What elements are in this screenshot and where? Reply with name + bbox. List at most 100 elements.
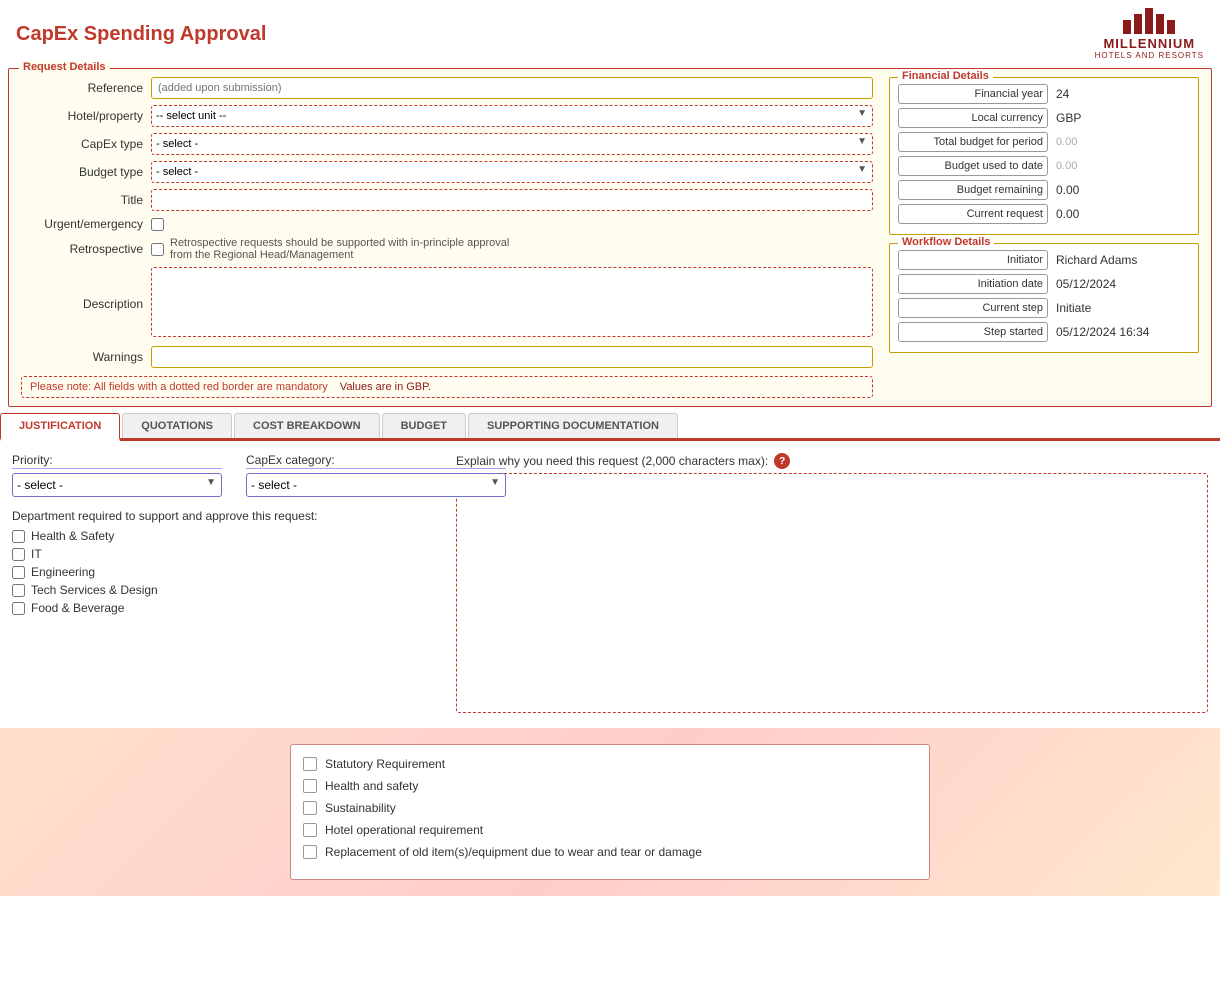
logo: MILLENNIUM HOTELS AND RESORTS — [1095, 8, 1204, 60]
justification-left: Priority: - select - CapEx category: - s… — [12, 453, 432, 716]
request-details-section: Request Details Reference Hotel/property… — [8, 68, 1212, 407]
dept-it-checkbox[interactable] — [12, 548, 25, 561]
description-row: Description — [21, 267, 873, 340]
justification-right: Explain why you need this request (2,000… — [456, 453, 1208, 716]
explain-label: Explain why you need this request (2,000… — [456, 453, 1208, 469]
retrospective-checkbox[interactable] — [151, 243, 164, 256]
priority-select-wrapper: - select - — [12, 473, 222, 497]
dept-engineering-checkbox[interactable] — [12, 566, 25, 579]
dept-it-label: IT — [31, 547, 42, 561]
financial-year-value: 24 — [1056, 87, 1069, 101]
hotel-operational-checkbox[interactable] — [303, 823, 317, 837]
bottom-item-health-safety: Health and safety — [303, 779, 917, 793]
tab-budget[interactable]: BUDGET — [382, 413, 466, 438]
notice-bar: Please note: All fields with a dotted re… — [21, 376, 873, 398]
title-label: Title — [21, 193, 151, 207]
dept-food-beverage-label: Food & Beverage — [31, 601, 124, 615]
step-started-row: Step started 05/12/2024 16:34 — [898, 322, 1190, 342]
urgent-row: Urgent/emergency — [21, 217, 873, 231]
health-safety-label: Health and safety — [325, 779, 418, 793]
workflow-details-legend: Workflow Details — [898, 236, 994, 248]
dept-tech-services: Tech Services & Design — [12, 583, 432, 597]
logo-icon — [1123, 8, 1175, 34]
initiation-date-value: 05/12/2024 — [1056, 277, 1116, 291]
title-input[interactable] — [151, 189, 873, 211]
total-budget-row: Total budget for period 0.00 — [898, 132, 1190, 152]
notice-gbp-text: Values are in GBP. — [340, 381, 431, 393]
capex-type-label: CapEx type — [21, 137, 151, 151]
budget-used-btn[interactable]: Budget used to date — [898, 156, 1048, 176]
request-details-legend: Request Details — [19, 61, 110, 73]
dept-tech-services-checkbox[interactable] — [12, 584, 25, 597]
capex-category-select[interactable]: - select - — [246, 473, 506, 497]
retrospective-label: Retrospective — [21, 242, 151, 256]
priority-select[interactable]: - select - — [12, 473, 222, 497]
step-started-btn[interactable]: Step started — [898, 322, 1048, 342]
help-icon[interactable]: ? — [774, 453, 790, 469]
reference-input[interactable] — [151, 77, 873, 99]
description-label: Description — [21, 297, 151, 311]
total-budget-btn[interactable]: Total budget for period — [898, 132, 1048, 152]
reference-row: Reference — [21, 77, 873, 99]
description-textarea[interactable] — [151, 267, 873, 337]
replacement-label: Replacement of old item(s)/equipment due… — [325, 845, 702, 859]
dept-health-safety-checkbox[interactable] — [12, 530, 25, 543]
dept-tech-services-label: Tech Services & Design — [31, 583, 158, 597]
tab-quotations[interactable]: QUOTATIONS — [122, 413, 232, 438]
budget-remaining-row: Budget remaining 0.00 — [898, 180, 1190, 200]
header: CapEx Spending Approval MILLENNIUM HOTEL… — [0, 0, 1220, 64]
bottom-section: Statutory Requirement Health and safety … — [0, 728, 1220, 896]
left-form: Reference Hotel/property -- select unit … — [21, 77, 873, 398]
priority-group: Priority: - select - — [12, 453, 222, 497]
local-currency-btn[interactable]: Local currency — [898, 108, 1048, 128]
urgent-label: Urgent/emergency — [21, 217, 151, 231]
current-request-value: 0.00 — [1056, 207, 1079, 221]
local-currency-value: GBP — [1056, 111, 1081, 125]
health-safety-checkbox[interactable] — [303, 779, 317, 793]
current-step-btn[interactable]: Current step — [898, 298, 1048, 318]
budget-type-label: Budget type — [21, 165, 151, 179]
initiation-date-btn[interactable]: Initiation date — [898, 274, 1048, 294]
urgent-checkbox[interactable] — [151, 218, 164, 231]
statutory-checkbox[interactable] — [303, 757, 317, 771]
hotel-property-select[interactable]: -- select unit -- — [151, 105, 873, 127]
budget-remaining-btn[interactable]: Budget remaining — [898, 180, 1048, 200]
department-section: Department required to support and appro… — [12, 509, 432, 615]
current-request-btn[interactable]: Current request — [898, 204, 1048, 224]
initiator-btn[interactable]: Initiator — [898, 250, 1048, 270]
replacement-checkbox[interactable] — [303, 845, 317, 859]
current-step-row: Current step Initiate — [898, 298, 1190, 318]
budget-type-row: Budget type - select - — [21, 161, 873, 183]
financial-year-row: Financial year 24 — [898, 84, 1190, 104]
budget-type-select[interactable]: - select - — [151, 161, 873, 183]
tab-supporting-documentation[interactable]: SUPPORTING DOCUMENTATION — [468, 413, 678, 438]
hotel-property-label: Hotel/property — [21, 109, 151, 123]
sustainability-checkbox[interactable] — [303, 801, 317, 815]
explain-textarea[interactable] — [456, 473, 1208, 713]
dept-engineering: Engineering — [12, 565, 432, 579]
dept-health-safety: Health & Safety — [12, 529, 432, 543]
current-request-row: Current request 0.00 — [898, 204, 1190, 224]
capex-type-control: - select - — [151, 133, 873, 155]
reference-label: Reference — [21, 81, 151, 95]
budget-used-row: Budget used to date 0.00 — [898, 156, 1190, 176]
hotel-property-control: -- select unit -- — [151, 105, 873, 127]
bottom-item-sustainability: Sustainability — [303, 801, 917, 815]
tab-cost-breakdown[interactable]: COST BREAKDOWN — [234, 413, 380, 438]
notice-mandatory-text: Please note: All fields with a dotted re… — [30, 381, 328, 393]
budget-type-wrapper: - select - — [151, 161, 873, 183]
hotel-property-row: Hotel/property -- select unit -- — [21, 105, 873, 127]
priority-capex-row: Priority: - select - CapEx category: - s… — [12, 453, 432, 497]
workflow-details-panel: Workflow Details Initiator Richard Adams… — [889, 243, 1199, 353]
tab-justification[interactable]: JUSTIFICATION — [0, 413, 120, 441]
capex-category-select-wrapper: - select - — [246, 473, 506, 497]
description-control — [151, 267, 873, 340]
dept-food-beverage-checkbox[interactable] — [12, 602, 25, 615]
warnings-input[interactable] — [151, 346, 873, 368]
dept-health-safety-label: Health & Safety — [31, 529, 114, 543]
initiation-date-row: Initiation date 05/12/2024 — [898, 274, 1190, 294]
financial-year-btn[interactable]: Financial year — [898, 84, 1048, 104]
priority-label: Priority: — [12, 453, 222, 469]
capex-type-select[interactable]: - select - — [151, 133, 873, 155]
title-control — [151, 189, 873, 211]
